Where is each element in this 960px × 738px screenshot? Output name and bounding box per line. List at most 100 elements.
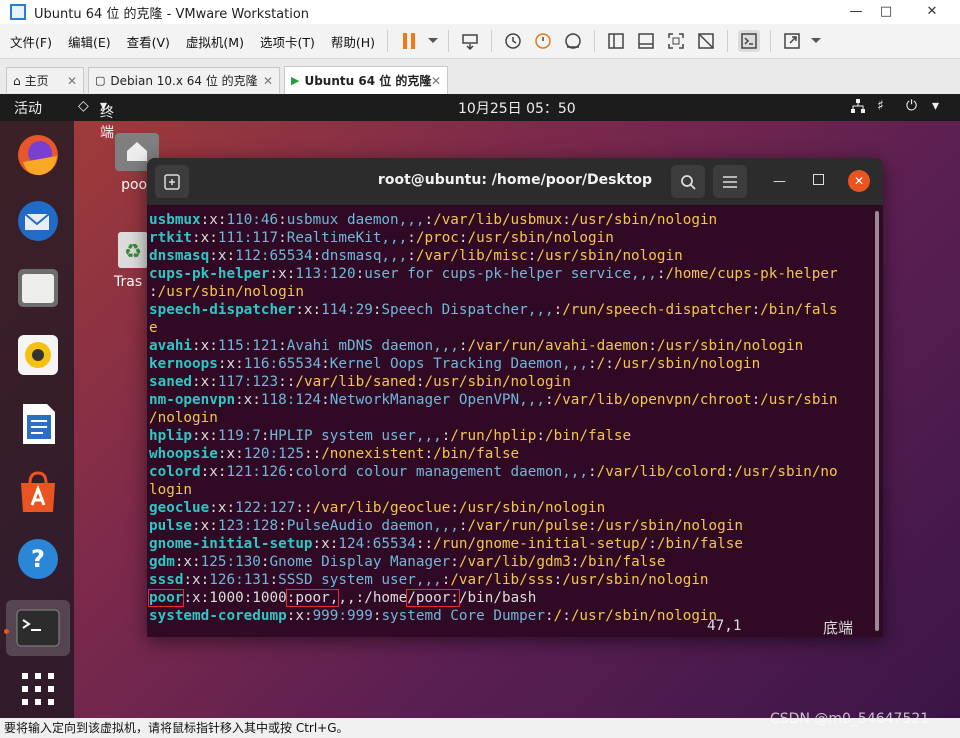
terminal-text: 115:121 [217, 338, 279, 354]
unity-mode-icon[interactable] [695, 30, 717, 52]
menu-tabs[interactable]: 选项卡(T) [254, 32, 321, 51]
terminal-text: /usr/sbin [760, 392, 838, 408]
terminal-text: : [260, 428, 270, 444]
hamburger-icon [723, 175, 737, 188]
terminal-text: speech-dispatcher [149, 302, 296, 318]
menu-view[interactable]: 查看(V) [121, 32, 176, 51]
library-view-icon[interactable] [605, 30, 627, 52]
full-screen-icon[interactable] [781, 30, 803, 52]
software-center-icon[interactable] [14, 468, 62, 516]
terminal-text: : [450, 554, 459, 570]
terminal-line: dnsmasq:x:112:65534:dnsmasq,,,:/var/lib/… [149, 247, 871, 265]
maximize-button[interactable]: □ [866, 0, 906, 24]
revert-snapshot-icon[interactable] [532, 30, 554, 52]
search-button[interactable] [671, 165, 705, 198]
menu-vm[interactable]: 虚拟机(M) [180, 32, 250, 51]
power-icon[interactable]: ⏻ [906, 98, 917, 114]
terminal-line: sssd:x:126:131:SSSD system user,,,:/var/… [149, 571, 871, 589]
snapshot-manager-icon[interactable] [562, 30, 584, 52]
help-icon[interactable]: ? [14, 535, 62, 583]
activities-button[interactable]: 活动 [14, 98, 42, 118]
tab-ubuntu[interactable]: ▶ Ubuntu 64 位 的克隆 ✕ [284, 66, 448, 94]
libreoffice-writer-icon[interactable] [14, 400, 62, 448]
close-tab-icon[interactable]: ✕ [67, 74, 77, 88]
terminal-line: pulse:x:123:128:PulseAudio daemon,,,:/va… [149, 517, 871, 535]
close-tab-icon[interactable]: ✕ [431, 74, 441, 88]
send-keys-icon[interactable] [459, 30, 481, 52]
highlighted-text: poor [147, 589, 185, 607]
chevron-down-icon[interactable] [428, 30, 439, 52]
terminal-text: :x: [209, 248, 236, 264]
thunderbird-icon[interactable] [14, 197, 62, 245]
terminal-line: kernoops:x:116:65534:Kernel Oops Trackin… [149, 355, 871, 373]
terminal-text: : [269, 572, 279, 588]
terminal-text: :x: [200, 212, 227, 228]
watermark: CSDN @m0_54647521 [770, 711, 930, 727]
menu-edit[interactable]: 编辑(E) [62, 32, 117, 51]
terminal-text: 125:130 [200, 554, 261, 570]
terminal-text: gnome-initial-setup [149, 536, 313, 552]
terminal-text: : [278, 212, 287, 228]
terminal-text: :x: [192, 518, 218, 534]
toolbar-divider [727, 30, 729, 52]
running-indicator [4, 629, 9, 634]
chevron-down-icon[interactable] [811, 30, 822, 52]
console-view-icon[interactable] [738, 30, 761, 52]
menu-help[interactable]: 帮助(H) [325, 32, 381, 51]
terminal-text: 112:65534 [235, 248, 313, 264]
terminal-scrollbar[interactable] [875, 211, 879, 631]
network-icon[interactable] [850, 98, 866, 118]
terminal-line: gdm:x:125:130:Gnome Display Manager:/var… [149, 553, 871, 571]
firefox-icon[interactable] [14, 131, 62, 179]
pause-icon[interactable] [398, 30, 420, 52]
terminal-text: :x: [192, 338, 218, 354]
terminal-text: Avahi mDNS daemon,,, [286, 338, 459, 354]
terminal-text: /usr/sbin/nologin [536, 248, 683, 264]
terminal-text: /usr/sbin/nologin [424, 374, 571, 390]
tab-home[interactable]: ⌂ 主页 ✕ [6, 67, 84, 93]
terminal-text: gdm [149, 554, 175, 570]
terminal-text: avahi [149, 338, 193, 354]
terminal-text: /bin/false [656, 536, 743, 552]
cursor-position: 47,1 [707, 618, 742, 634]
terminal-text: 111:117 [217, 230, 279, 246]
terminal-text: /usr/sbin/nologin [157, 284, 304, 300]
show-applications-icon[interactable] [14, 665, 62, 713]
terminal-text: kernoops [149, 356, 218, 372]
fit-guest-icon[interactable] [665, 30, 687, 52]
svg-text:?: ? [31, 545, 45, 573]
terminal-text: ,,:/home [338, 590, 408, 606]
menu-button[interactable] [713, 165, 747, 198]
terminal-text: : [355, 266, 365, 282]
terminal-output[interactable]: usbmux:x:110:46:usbmux daemon,,,:/var/li… [147, 211, 871, 625]
clock[interactable]: 10月25日 05：50 [458, 98, 576, 118]
terminal-text: e [149, 320, 158, 336]
terminal-text: : [312, 248, 322, 264]
terminal-text: 120:125 [243, 446, 304, 462]
terminal-text: : [588, 464, 597, 480]
close-tab-icon[interactable]: ✕ [263, 74, 273, 88]
terminal-text: : [605, 356, 614, 372]
menu-file[interactable]: 文件(F) [4, 32, 58, 51]
terminal-text: dnsmasq [149, 248, 210, 264]
volume-icon[interactable]: ♯ [877, 98, 884, 114]
tab-debian[interactable]: ▢ Debian 10.x 64 位 的克隆 ✕ [88, 67, 280, 93]
thumbnail-view-icon[interactable] [635, 30, 657, 52]
guest-desktop[interactable]: 活动 ◇ 终端 ▾ 10月25日 05：50 ♯ ⏻ ▾ ? poor ♻ Tr… [0, 94, 960, 718]
maximize-button[interactable] [813, 174, 824, 185]
terminal-icon[interactable] [6, 600, 70, 656]
terminal-window[interactable]: root@ubuntu: /home/poor/Desktop — ✕ usbm… [147, 158, 883, 637]
terminal-text: whoopsie [149, 446, 218, 462]
rhythmbox-icon[interactable] [14, 331, 62, 379]
terminal-text: 121:126 [226, 464, 287, 480]
terminal-text: /run/speech-dispatcher [562, 302, 752, 318]
chevron-down-icon[interactable]: ▾ [932, 98, 939, 114]
minimize-button[interactable]: — [773, 174, 786, 189]
app-menu-button[interactable]: 终端 ▾ [100, 98, 114, 141]
terminal-text: sssd [149, 572, 184, 588]
files-icon[interactable] [14, 264, 62, 312]
close-button[interactable]: ✕ [848, 170, 870, 192]
close-button[interactable]: ✕ [912, 0, 952, 24]
snapshot-icon[interactable] [502, 30, 524, 52]
terminal-text: /var/lib/saned [295, 374, 416, 390]
